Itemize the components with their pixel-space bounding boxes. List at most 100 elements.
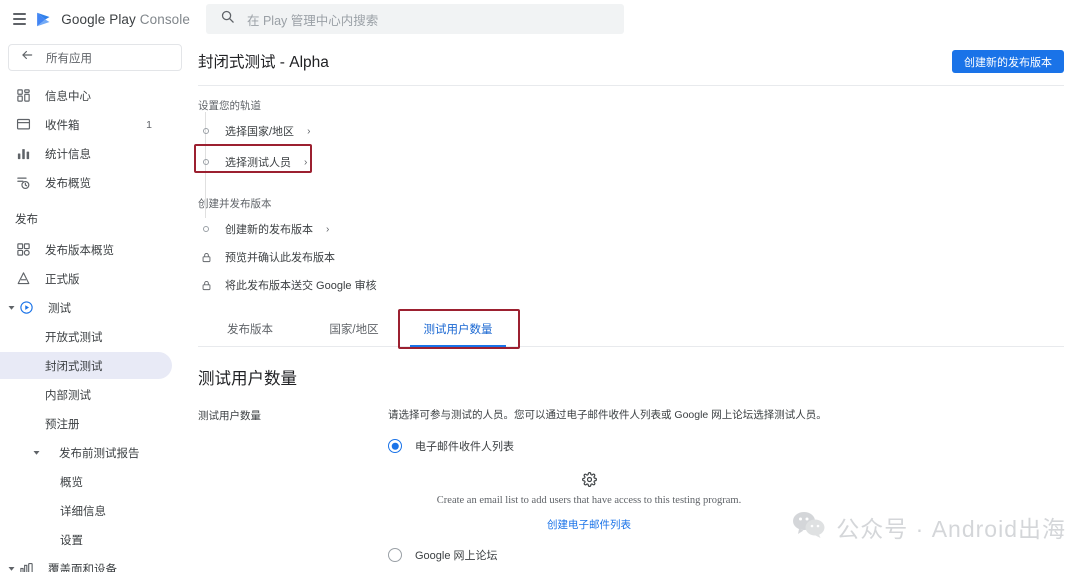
feedback-field-block: 接收反馈的网址或电子邮件地址 告知测试人员向您提供反馈的途径 0/512 (190, 563, 1080, 572)
tab-bar: 发布版本 国家/地区 测试用户数量 (198, 309, 1064, 349)
sidebar-item-pre-registration[interactable]: 预注册 (0, 409, 190, 438)
create-email-list-link[interactable]: 创建电子邮件列表 (547, 517, 631, 532)
step-label: 选择国家/地区 (225, 126, 295, 138)
step-select-testers[interactable]: 选择测试人员 › (194, 144, 1080, 174)
sidebar-item-prelaunch-overview[interactable]: 概览 (0, 467, 190, 496)
all-apps-label: 所有应用 (46, 52, 92, 65)
radio-button[interactable] (388, 439, 402, 453)
production-icon (15, 271, 31, 287)
sidebar-label: 预注册 (45, 418, 80, 431)
sidebar-group-prelaunch-report[interactable]: 发布前测试报告 (0, 438, 190, 467)
sidebar-group-testing[interactable]: 测试 (0, 293, 190, 322)
sidebar-label: 内部测试 (45, 389, 91, 402)
sidebar-item-prelaunch-settings[interactable]: 设置 (0, 525, 190, 554)
radio-button[interactable] (388, 548, 402, 562)
sidebar-label: 统计信息 (45, 148, 91, 161)
top-bar: Google Play Console 在 Play 管理中心内搜索 (0, 0, 1080, 38)
sidebar-item-open-testing[interactable]: 开放式测试 (0, 322, 190, 351)
field-body: 请选择可参与测试的人员。您可以通过电子邮件收件人列表或 Google 网上论坛选… (388, 407, 1080, 563)
radio-label: 电子邮件收件人列表 (415, 441, 514, 453)
sidebar-label: 覆盖面和设备 (48, 563, 117, 572)
step-label: 创建新的发布版本 (225, 224, 313, 236)
chevron-right-icon: › (307, 125, 311, 137)
all-apps-button[interactable]: 所有应用 (8, 44, 182, 71)
brand-zone: Google Play Console (0, 11, 190, 28)
chevron-right-icon: › (326, 223, 330, 235)
circle-icon (198, 225, 214, 233)
sidebar-item-inbox[interactable]: 收件箱 1 (0, 110, 190, 139)
sidebar-item-closed-testing[interactable]: 封闭式测试 (0, 351, 190, 380)
tab-testers[interactable]: 测试用户数量 (406, 315, 510, 347)
bar-chart-icon (15, 146, 31, 162)
main-content: 封闭式测试 - Alpha 创建新的发布版本 设置您的轨道 选择国家/地区 › … (190, 38, 1080, 572)
releases-overview-icon (15, 242, 31, 258)
field-description: 请选择可参与测试的人员。您可以通过电子邮件收件人列表或 Google 网上论坛选… (388, 409, 827, 421)
sidebar-item-internal-testing[interactable]: 内部测试 (0, 380, 190, 409)
chevron-down-icon[interactable] (4, 303, 18, 312)
sidebar-label: 发布版本概览 (45, 244, 114, 257)
sidebar-label: 设置 (60, 534, 83, 547)
sidebar-item-statistics[interactable]: 统计信息 (0, 139, 190, 168)
lock-icon (198, 252, 214, 263)
inbox-icon (15, 117, 31, 133)
testers-field-block: 测试用户数量 请选择可参与测试的人员。您可以通过电子邮件收件人列表或 Googl… (190, 389, 1080, 563)
brand-secondary: Console (139, 11, 190, 27)
gear-icon (581, 472, 597, 487)
empty-state-text: Create an email list to add users that h… (436, 495, 742, 506)
section-title: 测试用户数量 (198, 370, 297, 388)
create-new-release-button[interactable]: 创建新的发布版本 (952, 50, 1064, 73)
page-header: 封闭式测试 - Alpha 创建新的发布版本 (190, 38, 1080, 73)
sidebar-label: 详细信息 (60, 505, 106, 518)
reach-devices-icon (18, 561, 34, 572)
page-title: 封闭式测试 - Alpha (198, 54, 329, 71)
search-bar[interactable]: 在 Play 管理中心内搜索 (206, 4, 624, 34)
sidebar-section-title: 发布 (15, 214, 38, 226)
step-preview-confirm: 预览并确认此发布版本 (198, 245, 1080, 269)
step-select-countries[interactable]: 选择国家/地区 › (198, 119, 1080, 143)
field-label: 测试用户数量 (198, 410, 261, 422)
setup-steps: 设置您的轨道 选择国家/地区 › 选择测试人员 › 创建并发布版本 创建新的发布… (190, 86, 1080, 297)
lock-icon (198, 280, 214, 291)
sidebar-label: 概览 (60, 476, 83, 489)
sidebar-item-prelaunch-details[interactable]: 详细信息 (0, 496, 190, 525)
circle-icon (198, 127, 214, 135)
sidebar-label: 封闭式测试 (45, 360, 103, 373)
publishing-overview-icon (15, 175, 31, 191)
sidebar-group-reach-devices[interactable]: 覆盖面和设备 (0, 554, 190, 572)
step-label: 选择测试人员 (225, 157, 291, 169)
hamburger-icon[interactable] (13, 13, 27, 25)
sidebar-item-releases-overview[interactable]: 发布版本概览 (0, 235, 190, 264)
testing-icon (18, 300, 34, 316)
sidebar: 所有应用 信息中心 收件箱 1 统计信息 发布概览 发布 发布版本概览 正式版 … (0, 38, 190, 572)
tab-releases[interactable]: 发布版本 (198, 315, 302, 346)
google-play-console-window: Google Play Console 在 Play 管理中心内搜索 所有应用 … (0, 0, 1080, 572)
sidebar-label: 正式版 (45, 273, 80, 286)
radio-label: Google 网上论坛 (415, 550, 498, 562)
step-label: 预览并确认此发布版本 (225, 252, 335, 264)
empty-state-card: Create an email list to add users that h… (388, 468, 790, 533)
sidebar-label: 测试 (48, 302, 71, 315)
sidebar-item-publishing-overview[interactable]: 发布概览 (0, 168, 190, 197)
sidebar-label: 开放式测试 (45, 331, 103, 344)
radio-email-list[interactable]: 电子邮件收件人列表 (388, 438, 1080, 454)
chevron-right-icon: › (304, 156, 308, 168)
sidebar-label: 发布概览 (45, 177, 91, 190)
circle-icon (198, 158, 214, 166)
step-submit-review: 将此发布版本送交 Google 审核 (198, 273, 1080, 297)
chevron-down-icon[interactable] (4, 564, 18, 572)
search-icon (220, 9, 235, 29)
brand-primary: Google Play (61, 11, 136, 27)
tab-countries[interactable]: 国家/地区 (302, 315, 406, 346)
sidebar-item-dashboard[interactable]: 信息中心 (0, 81, 190, 110)
step-label: 将此发布版本送交 Google 审核 (225, 280, 377, 292)
search-input[interactable]: 在 Play 管理中心内搜索 (247, 10, 378, 29)
inbox-badge-count: 1 (146, 118, 152, 131)
sidebar-label: 发布前测试报告 (59, 447, 140, 460)
sidebar-item-production[interactable]: 正式版 (0, 264, 190, 293)
google-play-logo (35, 11, 52, 28)
dashboard-icon (15, 88, 31, 104)
brand-title: Google Play Console (61, 12, 190, 27)
radio-google-groups[interactable]: Google 网上论坛 (388, 547, 1080, 563)
step-create-release[interactable]: 创建新的发布版本 › (198, 217, 1080, 241)
chevron-down-icon[interactable] (29, 448, 43, 457)
